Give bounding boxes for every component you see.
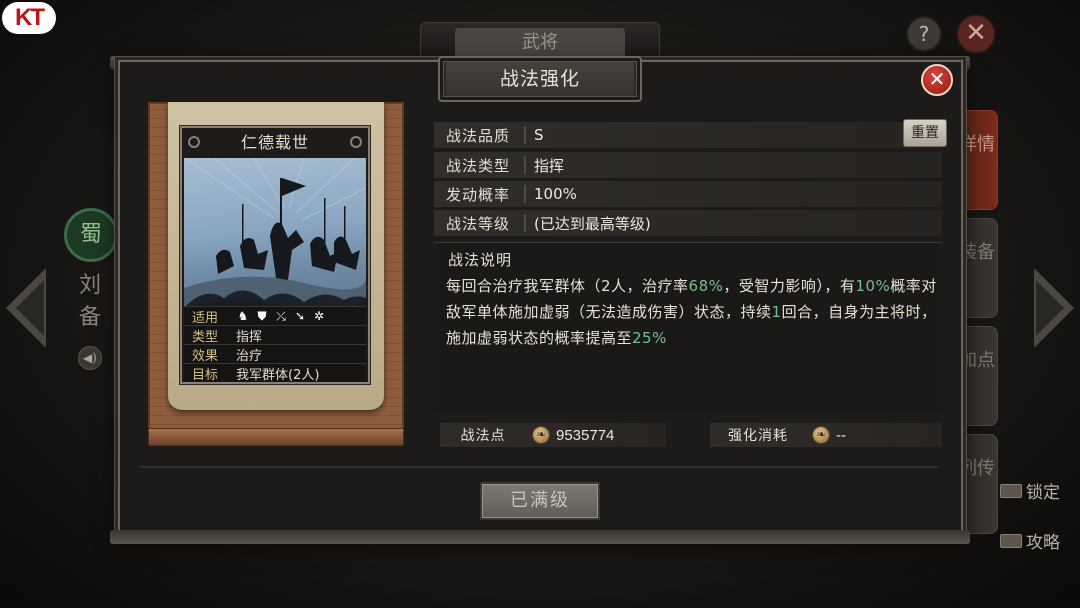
tactic-points-label: 战法点	[460, 428, 506, 444]
wheel-icon: ✲	[313, 309, 325, 323]
rate-value: 100%	[534, 185, 577, 203]
modal-title: 战法强化	[446, 62, 634, 96]
description-title: 战法说明	[448, 251, 513, 269]
guide-book-icon	[1000, 533, 1022, 548]
level-label: 战法等级	[446, 214, 511, 233]
voice-play-icon[interactable]: ◀)	[78, 346, 102, 370]
lock-icon	[1000, 483, 1022, 498]
bow-icon: ⤯	[276, 309, 286, 323]
shield-icon: ⛊	[257, 309, 267, 323]
info-row-rate: 发动概率 100%	[434, 181, 942, 207]
prop-type-row: 类型 指挥	[184, 325, 366, 345]
tactic-points-value: 9535774	[556, 426, 615, 444]
footer-divider	[140, 466, 938, 468]
enhance-cost-bar: 强化消耗 ❧ --	[710, 423, 942, 447]
prop-effect-label: 效果	[191, 348, 218, 364]
publisher-logo: KT	[2, 2, 56, 34]
weaken-chance-value: 10%	[855, 277, 891, 295]
row-divider	[524, 156, 526, 174]
previous-general-arrow-icon[interactable]	[6, 268, 46, 348]
tactic-description-panel: 战法说明 每回合治疗我军群体（2人，治疗率68%，受智力影响），有10%概率对敌…	[434, 242, 942, 412]
info-row-level: 战法等级 (已达到最高等级)	[434, 210, 942, 236]
info-row-type: 战法类型 指挥	[434, 152, 942, 178]
prop-effect-row: 效果 治疗	[184, 344, 366, 364]
unit-type-icons: ♞ ⛊ ⤯ ➘ ✲	[226, 309, 366, 323]
tactic-card: 仁德载世 适用 ♞ ⛊ ⤯ ➘ ✲ 类型 指挥 效果 治疗 目标 我军群体(2人…	[180, 126, 370, 384]
scroll-roller	[148, 428, 404, 446]
prop-effect-value: 治疗	[236, 348, 263, 364]
tactic-card-name: 仁德载世	[240, 133, 309, 152]
description-text-part: 每回合治疗我军群体（2人，治疗率	[446, 277, 689, 295]
general-name: 刘备	[78, 273, 101, 330]
quality-label: 战法品质	[446, 126, 511, 145]
prop-target-value: 我军群体(2人)	[236, 367, 320, 383]
tactic-points-bar: 战法点 ❧ 9535774	[440, 423, 666, 447]
tactic-point-coin-icon: ❧	[532, 426, 550, 444]
type-value: 指挥	[534, 156, 565, 175]
guide-link[interactable]: 攻略	[1000, 528, 1060, 553]
heal-rate-value: 68%	[688, 277, 724, 295]
cavalry-icon: ♞	[237, 309, 249, 323]
screen-title: 武将	[455, 28, 625, 58]
modal-bottom-trim	[110, 530, 970, 544]
level-value: (已达到最高等级)	[534, 214, 651, 233]
spear-icon: ➘	[294, 309, 306, 323]
help-icon[interactable]: ?	[906, 16, 942, 52]
lock-label: 锁定	[1026, 483, 1060, 503]
next-general-arrow-icon[interactable]	[1034, 268, 1074, 348]
enhance-cost-label: 强化消耗	[728, 428, 788, 444]
faction-emblem: 蜀	[64, 208, 118, 262]
description-text-part: ，受智力影响），有	[723, 277, 856, 295]
row-divider	[524, 185, 526, 203]
screen-close-icon[interactable]: ✕	[956, 14, 996, 54]
tactic-point-coin-icon: ❧	[812, 426, 830, 444]
prop-type-value: 指挥	[236, 329, 263, 345]
tactic-card-properties: 适用 ♞ ⛊ ⤯ ➘ ✲ 类型 指挥 效果 治疗 目标 我军群体(2人)	[184, 306, 366, 383]
prop-apply-row: 适用 ♞ ⛊ ⤯ ➘ ✲	[184, 306, 366, 326]
guide-label: 攻略	[1026, 533, 1060, 553]
max-level-button[interactable]: 已满级	[480, 482, 600, 520]
rate-label: 发动概率	[446, 185, 511, 204]
leader-chance-value: 25%	[632, 329, 667, 347]
row-divider	[524, 214, 526, 232]
modal-close-icon[interactable]: ✕	[921, 64, 953, 96]
description-text: 每回合治疗我军群体（2人，治疗率68%，受智力影响），有10%概率对敌军单体施加…	[446, 273, 938, 351]
quality-value: S	[534, 126, 544, 144]
row-divider	[524, 126, 526, 144]
prop-target-label: 目标	[191, 367, 218, 383]
reset-button[interactable]: 重置	[903, 119, 947, 147]
type-label: 战法类型	[446, 156, 511, 175]
lock-link[interactable]: 锁定	[1000, 478, 1060, 503]
enhance-cost-value: --	[836, 426, 846, 444]
info-row-quality: 战法品质 S	[434, 122, 942, 148]
prop-apply-label: 适用	[191, 310, 218, 326]
prop-target-row: 目标 我军群体(2人)	[184, 363, 366, 383]
duration-value: 1	[771, 303, 782, 321]
prop-type-label: 类型	[191, 329, 218, 345]
